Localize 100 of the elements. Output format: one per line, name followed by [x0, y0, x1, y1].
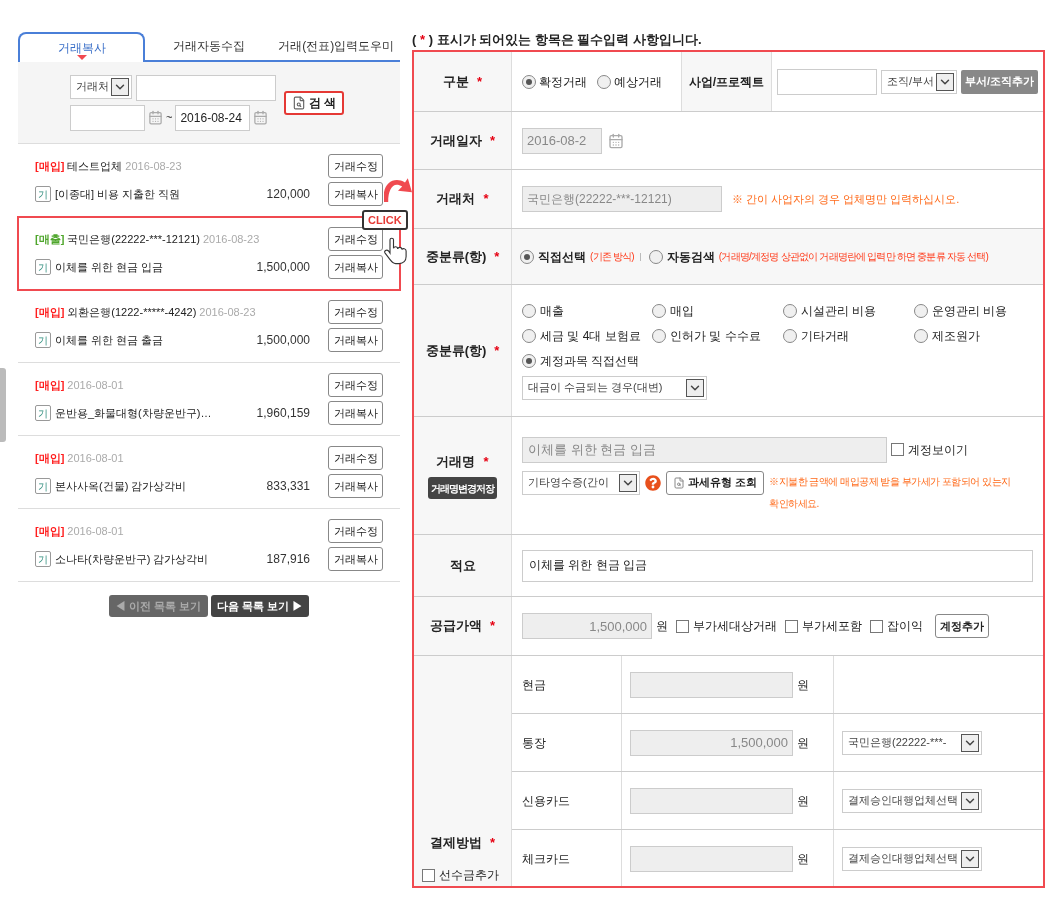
side-handle[interactable]: [0, 368, 6, 442]
tax-type-button[interactable]: 과세유형 조회: [666, 470, 765, 495]
edit-button[interactable]: 거래수정: [328, 446, 383, 470]
radio-button[interactable]: [914, 328, 928, 343]
partner-name: 국민은행(22222-***-12121): [67, 231, 200, 247]
amount: 1,500,000: [256, 332, 310, 349]
checkbox-label: 잡이익: [887, 618, 923, 635]
checkbox[interactable]: [891, 443, 904, 456]
calendar-icon[interactable]: [253, 110, 269, 125]
warning-text: ※지불한 금액에 매입공제 받을 부가세가 포함되어 있는지 확인하세요.: [769, 474, 1012, 511]
date-field[interactable]: 2016-08-24: [175, 104, 251, 131]
checkbox[interactable]: [676, 619, 689, 633]
calendar-icon[interactable]: [608, 132, 624, 149]
radio-button[interactable]: [648, 249, 663, 264]
transaction-description: 이체를 위한 현금 입금: [55, 259, 164, 275]
radio-button[interactable]: [522, 74, 536, 89]
edit-button[interactable]: 거래수정: [328, 154, 383, 178]
tab[interactable]: 거래복사: [18, 32, 146, 62]
copy-button[interactable]: 거래복사: [328, 547, 383, 571]
transaction-item[interactable]: [매입] 2016-08-01 거래수정 기 본사사옥(건물) 감가상각비 833,331 거래복사: [18, 436, 400, 509]
field-label: 사업/프로젝트: [688, 73, 765, 91]
edit-button[interactable]: 거래수정: [328, 227, 383, 251]
calendar-icon[interactable]: [148, 110, 163, 125]
edit-button[interactable]: 거래수정: [328, 519, 383, 543]
radio-button[interactable]: [783, 328, 797, 343]
help-icon[interactable]: [645, 474, 661, 491]
transaction-item[interactable]: [매입] 2016-08-01 거래수정 기 소나타(차량운반구) 감가상각비 187,916 거래복사: [18, 509, 400, 582]
required-mark: *: [476, 73, 483, 89]
account-select[interactable]: 대금이 수금되는 경우(대변): [522, 375, 707, 400]
checkbox[interactable]: [422, 868, 435, 882]
edit-button[interactable]: 거래수정: [328, 300, 383, 324]
org-select[interactable]: 조직/부서: [881, 69, 957, 94]
type-label: [매입]: [35, 158, 65, 174]
radio-button[interactable]: [652, 328, 666, 343]
next-page-button[interactable]: 다음 목록 보기 ▶: [210, 595, 309, 617]
payment-amount-field[interactable]: [630, 845, 793, 872]
radio-button[interactable]: [597, 74, 611, 89]
search-button[interactable]: 검 색: [284, 90, 345, 115]
chevron-down-icon: [686, 378, 704, 397]
radio-button[interactable]: [652, 303, 666, 318]
copy-button[interactable]: 거래복사: [328, 182, 383, 206]
checkbox[interactable]: [785, 619, 798, 633]
radio-button[interactable]: [914, 303, 928, 318]
transaction-item[interactable]: [매입] 2016-08-01 거래수정 기 운반용_화물대형(차량운반구)… 1,960,159 거래복사: [18, 363, 400, 436]
type-label: [매입]: [35, 304, 65, 320]
radio-button[interactable]: [520, 249, 534, 264]
project-field[interactable]: [777, 68, 877, 95]
radio-button[interactable]: [783, 303, 797, 318]
copy-button[interactable]: 거래복사: [328, 255, 383, 279]
unit-label: 원: [656, 618, 668, 635]
radio-button[interactable]: [522, 328, 536, 343]
type-label: [매입]: [35, 450, 65, 466]
payment-select[interactable]: 결제승인대행업체선택: [842, 788, 982, 813]
transaction-item[interactable]: [매입] 외환은행(1222-*****-4242) 2016-08-23 거래수정 기 이체를 위한 현금 출금 1,500,000 거래복사: [18, 290, 400, 363]
field-select[interactable]: 거래처: [70, 74, 132, 99]
partner-name: 테스트업체: [67, 158, 123, 174]
keyword-field[interactable]: [136, 74, 276, 101]
payment-select[interactable]: 결제승인대행업체선택: [842, 846, 982, 871]
option-note: (기존 방식): [590, 250, 634, 264]
add-org-button[interactable]: 부서/조직추가: [961, 69, 1039, 94]
field-label: 거래명 *: [436, 452, 489, 471]
transaction-date: 2016-08-01: [67, 377, 124, 393]
copy-button[interactable]: 거래복사: [328, 328, 383, 352]
checkbox[interactable]: [870, 619, 883, 633]
chevron-down-icon: [961, 733, 979, 752]
option-note: (거래명/계정명 상관없이 거래명란에 입력만 하면 중분류 자동 선택): [718, 250, 989, 264]
memo-field[interactable]: 이체를 위한 현금 입금: [522, 549, 1033, 582]
copy-button[interactable]: 거래복사: [328, 474, 383, 498]
tab[interactable]: 거래자동수집: [145, 32, 273, 60]
transaction-date: 2016-08-23: [203, 231, 260, 247]
copy-button[interactable]: 거래복사: [328, 401, 383, 425]
radio-label: 운영관리 비용: [932, 302, 1008, 320]
amount: 187,916: [266, 551, 310, 568]
field-label: 구분 *: [442, 72, 483, 91]
search-icon: [673, 476, 685, 489]
save-name-button[interactable]: 거래명변경저장: [428, 477, 497, 500]
required-note: ( * ) 표시가 되어있는 항목은 필수입력 사항입니다.: [412, 31, 703, 49]
payment-amount-field[interactable]: [630, 671, 793, 698]
radio-label: 기타거래: [801, 327, 849, 345]
method-label: 통장: [522, 734, 546, 752]
edit-button[interactable]: 거래수정: [328, 373, 383, 397]
transaction-date: 2016-08-01: [67, 450, 124, 466]
add-account-button[interactable]: 계정추가: [935, 614, 989, 638]
payment-amount-field[interactable]: [630, 787, 793, 814]
amount: 833,331: [266, 478, 310, 495]
radio-button[interactable]: [522, 353, 536, 368]
required-mark: *: [483, 191, 489, 207]
radio-label: 예상거래: [614, 73, 662, 91]
account-badge: 기: [35, 478, 51, 494]
payment-select[interactable]: 국민은행(22222-***-: [842, 730, 982, 755]
receipt-select[interactable]: 기타영수증(간이: [522, 470, 640, 495]
tab[interactable]: 거래(전표)입력도우미: [272, 32, 400, 60]
search-icon: [292, 95, 306, 110]
field-label: 공급가액 *: [429, 617, 496, 636]
radio-button[interactable]: [522, 303, 536, 318]
account-badge: 기: [35, 332, 51, 348]
transaction-description: [이종대] 비용 지출한 직원: [55, 186, 181, 202]
required-mark: *: [494, 248, 500, 264]
radio-label: 매입: [670, 302, 694, 320]
date-field[interactable]: [70, 104, 145, 131]
